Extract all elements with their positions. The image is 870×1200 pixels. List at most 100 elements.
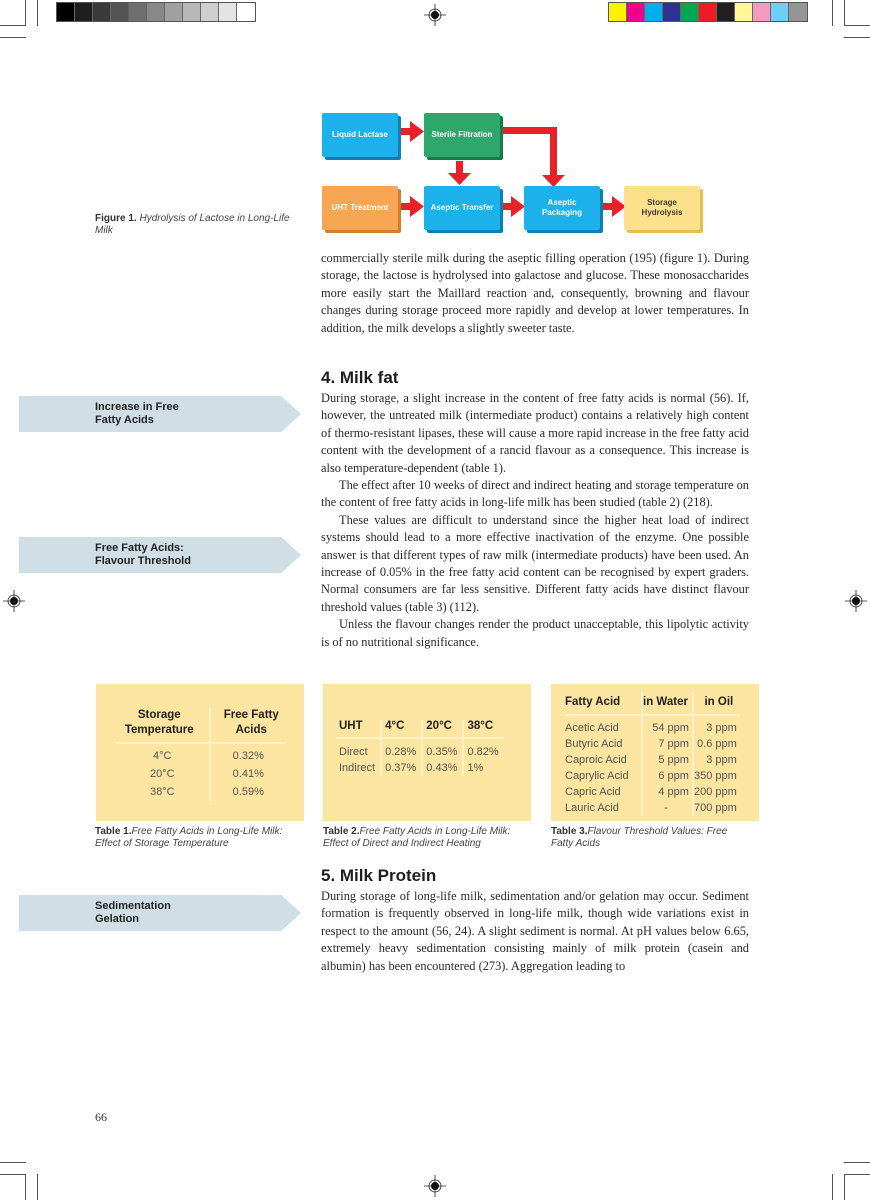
flow-box-aseptic-packaging: Aseptic Packaging — [524, 186, 600, 230]
table3-cell: 5 ppm — [642, 752, 694, 768]
color-swatch — [663, 3, 681, 21]
color-swatch — [789, 3, 807, 21]
table1-header-row: Storage Temperature Free Fatty Acids — [116, 708, 286, 744]
intro-paragraph-block: commercially sterile milk during the ase… — [321, 250, 749, 337]
side-tag-sedimentation-gelation: Sedimentation Gelation — [19, 895, 301, 931]
crop-mark — [844, 37, 870, 38]
crop-mark — [0, 1174, 26, 1175]
table3-cell: 4 ppm — [642, 784, 694, 800]
crop-mark — [37, 0, 38, 26]
crop-mark — [832, 1174, 833, 1200]
table1-cell: 20°C — [116, 765, 211, 783]
color-swatch — [147, 3, 165, 21]
table2-cell: 1% — [467, 762, 484, 774]
table2-header-cell: UHT — [336, 720, 383, 739]
registration-mark-icon — [3, 590, 25, 612]
table3-caption-label: Table 3. — [551, 826, 588, 837]
arrow-uht-to-transfer-head — [410, 196, 424, 217]
table2-cell: 0.35% — [422, 738, 465, 760]
table3-row: Acetic Acid 54 ppm 3 ppm — [565, 715, 740, 736]
color-swatch — [129, 3, 147, 21]
arrow-uht-to-transfer — [398, 203, 412, 210]
side-tag-line: Free Fatty Acids: — [95, 542, 184, 554]
side-tag-line: Gelation — [95, 913, 140, 925]
registration-mark-icon — [845, 590, 867, 612]
table1: Storage Temperature Free Fatty Acids 4°C 0.… — [116, 708, 286, 801]
color-swatch — [183, 3, 201, 21]
crop-mark — [844, 1162, 870, 1163]
table3-cell: 3 ppm — [706, 722, 737, 734]
table3-header-row: Fatty Acid in Water in Oil — [565, 692, 740, 716]
table2-cell: 0.37% — [381, 760, 424, 776]
table1-cell: 0.41% — [232, 768, 264, 780]
color-swatch — [771, 3, 789, 21]
table3-box: Fatty Acid in Water in Oil Acetic Acid 54 p… — [551, 684, 759, 821]
table2-caption-label: Table 2. — [323, 826, 360, 837]
crop-mark — [832, 0, 833, 26]
table3-row: Lauric Acid -700 ppm — [565, 800, 740, 816]
arrow-packaging-to-storage — [600, 203, 614, 210]
table3-cell: Lauric Acid — [565, 800, 643, 816]
crop-mark — [844, 1174, 845, 1200]
table1-row: 4°C 0.32% — [116, 743, 286, 765]
table2: UHT 4°C 20°C 38°C Direct 0.28% 0.35% 0.82% Indi… — [336, 720, 504, 776]
table3-cell: 200 ppm — [693, 786, 737, 798]
registration-mark-icon — [424, 4, 446, 26]
table3-cell: 6 ppm — [642, 768, 694, 784]
table3: Fatty Acid in Water in Oil Acetic Acid 54 p… — [565, 692, 740, 816]
table1-cell: 38°C — [116, 783, 211, 801]
color-swatch — [645, 3, 663, 21]
table3-header-cell: Fatty Acid — [565, 692, 643, 716]
flow-box-liquid-lactase: Liquid Lactase — [322, 113, 398, 157]
table3-cell: 7 ppm — [642, 736, 694, 752]
crop-mark — [0, 1162, 26, 1163]
section4-heading: 4. Milk fat — [321, 368, 399, 387]
table2-row: Indirect 0.37% 0.43% 1% — [336, 760, 504, 776]
arrow-transfer-to-packaging-head — [511, 196, 525, 217]
arrow-filtration-to-transfer-head — [448, 173, 471, 185]
table3-cell: 54 ppm — [642, 715, 694, 736]
table2-cell: Indirect — [336, 760, 383, 776]
section4-paragraph: The effect after 10 weeks of direct and … — [321, 478, 749, 510]
table3-cell: 350 ppm — [693, 770, 737, 782]
table3-cell: Caproic Acid — [565, 752, 643, 768]
crop-mark — [844, 25, 870, 26]
table3-cell: Butyric Acid — [565, 736, 643, 752]
crop-mark — [844, 0, 845, 26]
table2-box: UHT 4°C 20°C 38°C Direct 0.28% 0.35% 0.82% Indi… — [323, 684, 531, 821]
table2-cell: 0.82% — [467, 746, 499, 758]
figure1-caption: Figure 1. Hydrolysis of Lactose in Long-… — [95, 213, 290, 237]
table3-cell: Capric Acid — [565, 784, 643, 800]
crop-mark — [37, 1174, 38, 1200]
table1-caption-label: Table 1. — [95, 826, 132, 837]
table1-row: 38°C 0.59% — [116, 783, 286, 801]
section4-paragraph: Unless the flavour changes render the pr… — [321, 617, 749, 649]
color-swatch — [237, 3, 255, 21]
table3-cell: 700 ppm — [693, 802, 737, 814]
grayscale-color-bar — [56, 2, 256, 22]
section5-body: During storage of long-life milk, sedime… — [321, 888, 749, 975]
flow-box-uht-treatment: UHT Treatment — [322, 186, 398, 230]
table1-row: 20°C 0.41% — [116, 765, 286, 783]
color-swatch — [753, 3, 771, 21]
side-tag-line: Sedimentation — [95, 900, 171, 912]
color-swatch — [717, 3, 735, 21]
table2-cell: 0.28% — [381, 738, 424, 760]
table3-row: Caproic Acid 5 ppm 3 ppm — [565, 752, 740, 768]
arrow-filtration-to-packaging-h — [500, 127, 556, 134]
color-swatch — [609, 3, 627, 21]
side-tag-increase-free-fatty-acids: Increase in Free Fatty Acids — [19, 396, 301, 432]
arrow-transfer-to-packaging — [499, 203, 513, 210]
side-tag-line: Flavour Threshold — [95, 555, 191, 567]
side-tag-line: Increase in Free — [95, 401, 179, 413]
table3-cell: 0.6 ppm — [697, 738, 737, 750]
section4-body: During storage, a slight increase in the… — [321, 390, 749, 651]
section5-heading: 5. Milk Protein — [321, 866, 437, 885]
arrow-filtration-to-transfer — [456, 161, 463, 175]
crop-mark — [844, 1174, 870, 1175]
table3-header-cell: in Water — [642, 692, 694, 716]
table1-cell: 0.59% — [232, 786, 264, 798]
table3-caption: Table 3.Flavour Threshold Values: Free F… — [551, 826, 751, 850]
color-swatch — [627, 3, 645, 21]
section4-paragraph: During storage, a slight increase in the… — [321, 391, 749, 475]
